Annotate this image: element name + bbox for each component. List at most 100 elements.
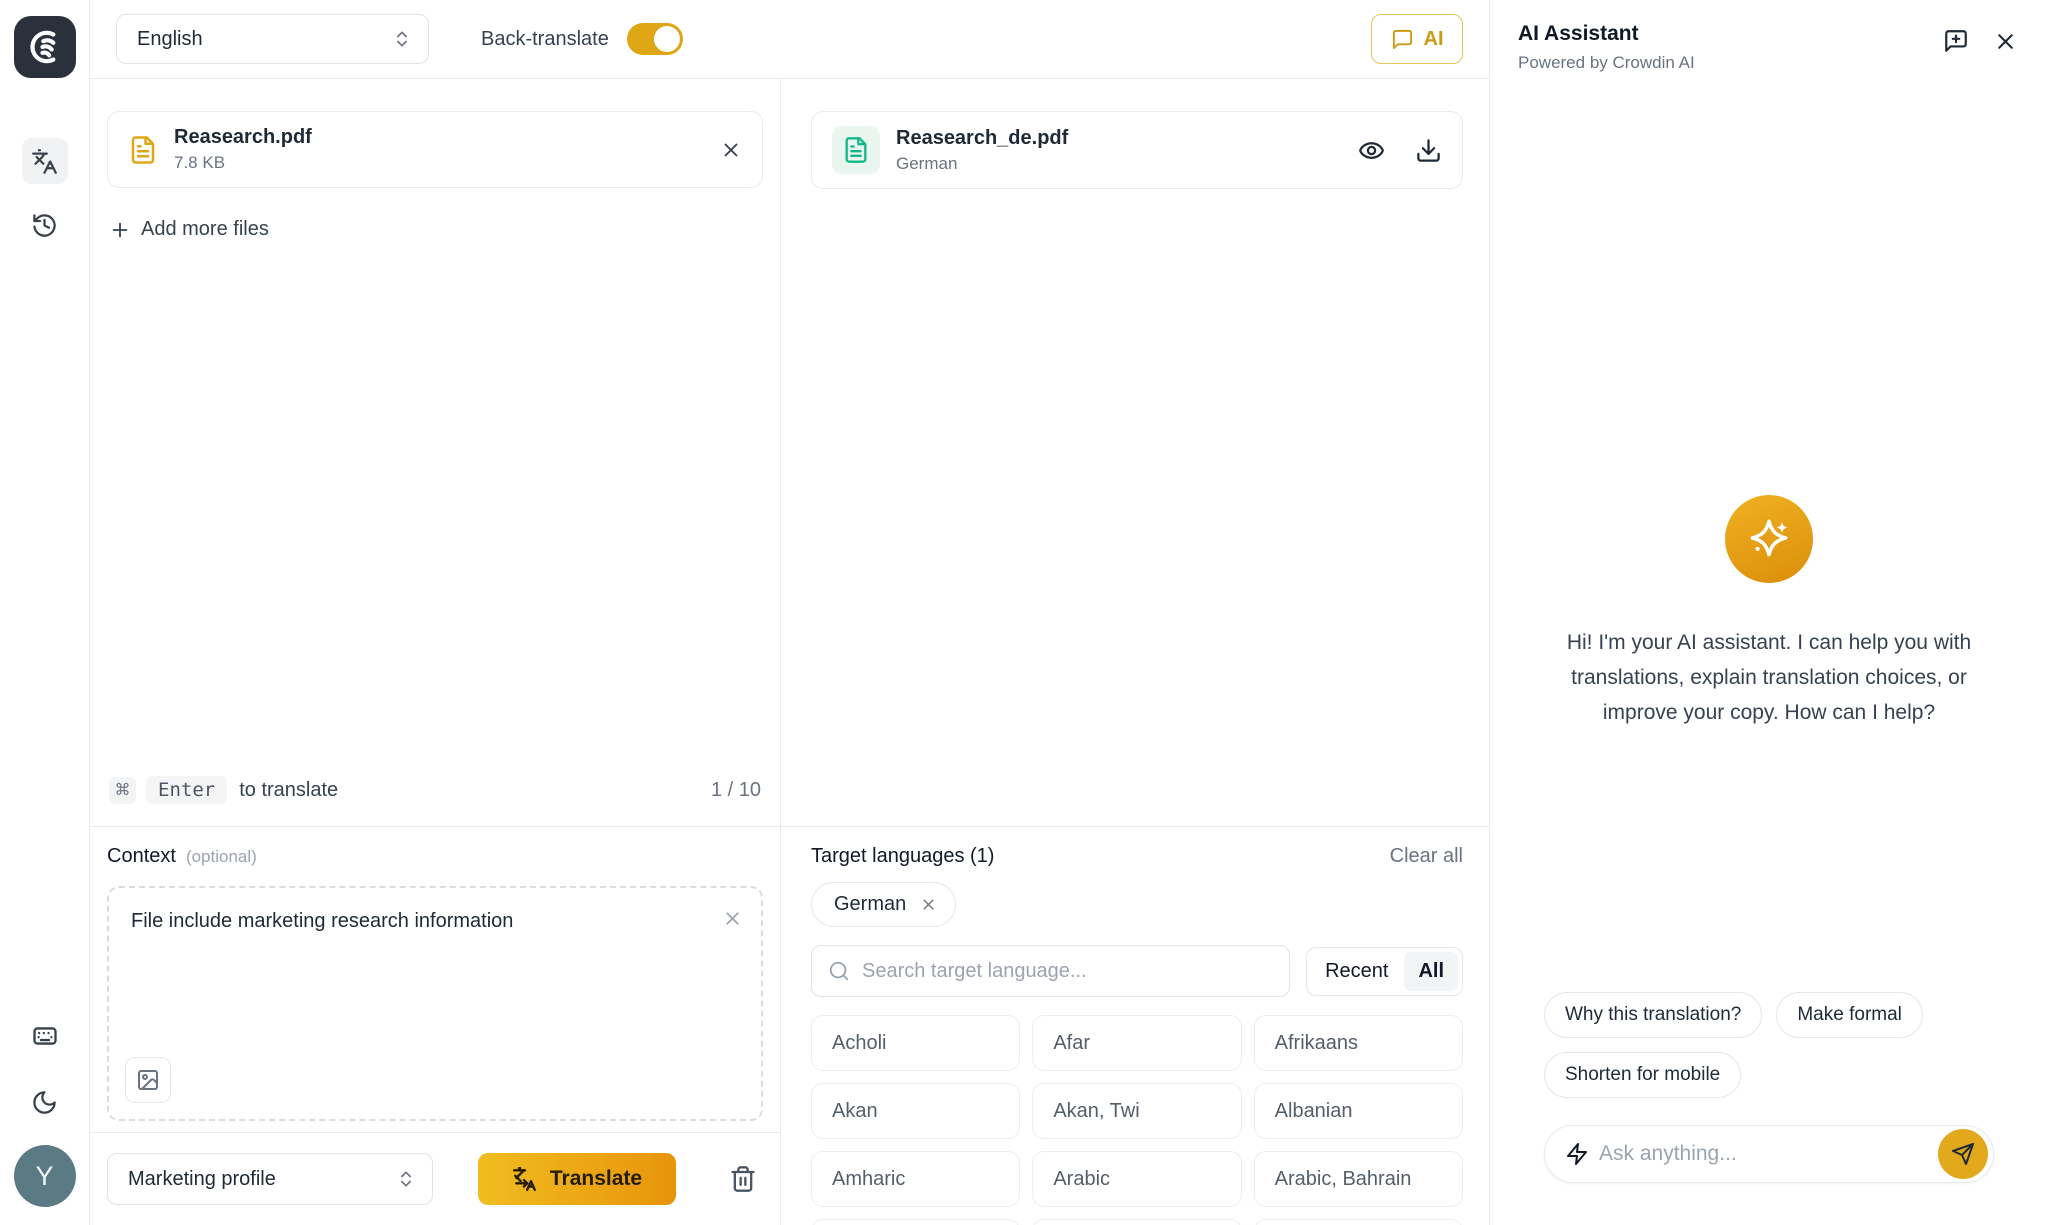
ai-greeting-text: Hi! I'm your AI assistant. I can help yo… <box>1553 625 1985 730</box>
selected-language-chip: German <box>811 882 956 927</box>
back-translate-toggle[interactable] <box>627 23 683 55</box>
language-option-partial[interactable] <box>1032 1219 1241 1225</box>
tab-all[interactable]: All <box>1404 952 1458 991</box>
history-icon <box>31 212 58 239</box>
language-option-partial[interactable] <box>811 1219 1020 1225</box>
language-option[interactable]: Afrikaans <box>1254 1015 1463 1071</box>
download-button[interactable] <box>1415 137 1442 164</box>
ai-suggestion-chip[interactable]: Why this translation? <box>1544 992 1762 1038</box>
target-languages-label: Target languages (1) <box>811 845 994 868</box>
source-language-value: English <box>137 28 203 51</box>
output-column: Reasearch_de.pdf German <box>781 79 1489 1225</box>
ai-welcome-block: Hi! I'm your AI assistant. I can help yo… <box>1490 495 2048 730</box>
output-file-card: Reasearch_de.pdf German <box>811 111 1463 189</box>
file-text-icon <box>128 135 158 165</box>
chevrons-up-down-icon <box>392 29 412 49</box>
send-button[interactable] <box>1938 1129 1988 1179</box>
chevrons-up-down-icon <box>396 1169 416 1189</box>
language-options-grid-overflow <box>811 1219 1463 1225</box>
ai-prompt-field <box>1544 1125 1994 1183</box>
ai-prompt-input[interactable] <box>1599 1142 1938 1166</box>
upload-pane: Reasearch.pdf 7.8 KB Add more files ⌘ En… <box>90 79 780 827</box>
translate-button[interactable]: Translate <box>478 1153 676 1205</box>
preview-button[interactable] <box>1358 137 1385 164</box>
source-column: Reasearch.pdf 7.8 KB Add more files ⌘ En… <box>90 79 781 1225</box>
language-option[interactable]: Arabic, Bahrain <box>1254 1151 1463 1207</box>
trash-icon <box>729 1165 757 1193</box>
language-search-field <box>811 945 1290 997</box>
send-icon <box>1951 1142 1975 1166</box>
ai-suggestion-label: Shorten for mobile <box>1565 1064 1720 1085</box>
translate-icon <box>512 1166 538 1192</box>
clear-all-button[interactable]: Clear all <box>1390 845 1463 868</box>
language-option-label: Akan, Twi <box>1053 1100 1139 1123</box>
language-option-label: Afrikaans <box>1275 1032 1358 1055</box>
profile-select[interactable]: Marketing profile <box>107 1153 433 1205</box>
language-option-label: Afar <box>1053 1032 1090 1055</box>
languages-icon <box>31 148 58 175</box>
language-options-grid: Acholi Afar Afrikaans Akan Akan, Twi Alb… <box>811 1015 1463 1207</box>
ai-assistant-button[interactable]: AI <box>1371 14 1463 64</box>
output-pane: Reasearch_de.pdf German <box>781 79 1489 827</box>
app-window: Y English Back-translate AI <box>0 0 2048 1225</box>
target-languages-section: Target languages (1) Clear all German <box>781 827 1489 1225</box>
sidebar-item-translate[interactable] <box>22 138 68 184</box>
download-icon <box>1415 137 1442 164</box>
ai-input-area: Why this translation? Make formal Shorte… <box>1490 992 2048 1225</box>
tab-recent[interactable]: Recent <box>1311 952 1402 991</box>
translate-button-label: Translate <box>550 1167 642 1191</box>
crowdin-logo <box>14 16 76 78</box>
context-optional-label: (optional) <box>186 847 257 867</box>
moon-icon <box>31 1089 58 1116</box>
image-icon <box>136 1068 160 1092</box>
user-avatar[interactable]: Y <box>14 1145 76 1207</box>
clear-context-button[interactable] <box>722 908 743 929</box>
remove-language-button[interactable] <box>920 896 937 913</box>
dark-mode-toggle[interactable] <box>22 1079 68 1125</box>
avatar-initial: Y <box>35 1161 53 1192</box>
sidebar-item-history[interactable] <box>22 202 68 248</box>
close-icon <box>1993 29 2018 54</box>
message-square-plus-icon <box>1943 28 1969 54</box>
language-option[interactable]: Akan, Twi <box>1032 1083 1241 1139</box>
language-option-partial[interactable] <box>1254 1219 1463 1225</box>
ai-suggestion-chip[interactable]: Make formal <box>1776 992 1923 1038</box>
language-option[interactable]: Albanian <box>1254 1083 1463 1139</box>
delete-button[interactable] <box>729 1165 757 1193</box>
context-text: File include marketing research informat… <box>131 910 513 932</box>
close-panel-button[interactable] <box>1993 29 2018 54</box>
ai-suggestion-chip[interactable]: Shorten for mobile <box>1544 1052 1741 1098</box>
context-textarea[interactable]: File include marketing research informat… <box>107 886 763 1121</box>
language-option-label: Arabic <box>1053 1168 1110 1191</box>
sparkle-badge <box>1725 495 1813 583</box>
main-content: Reasearch.pdf 7.8 KB Add more files ⌘ En… <box>90 79 1489 1225</box>
keyboard-shortcuts-button[interactable] <box>22 1013 68 1059</box>
shortcut-hint: ⌘ Enter to translate 1 / 10 <box>107 776 763 804</box>
language-option[interactable]: Amharic <box>811 1151 1020 1207</box>
language-option[interactable]: Acholi <box>811 1015 1020 1071</box>
selected-language-label: German <box>834 893 906 916</box>
ai-suggestion-label: Make formal <box>1797 1004 1902 1025</box>
remove-file-button[interactable] <box>720 139 742 161</box>
enter-key-badge: Enter <box>146 776 227 804</box>
source-file-card: Reasearch.pdf 7.8 KB <box>107 111 763 188</box>
language-option[interactable]: Arabic <box>1032 1151 1241 1207</box>
back-translate-label: Back-translate <box>481 28 609 51</box>
file-text-icon <box>832 126 880 174</box>
shortcut-suffix: to translate <box>239 779 338 802</box>
language-option[interactable]: Afar <box>1032 1015 1241 1071</box>
source-language-select[interactable]: English <box>116 14 429 64</box>
ai-button-label: AI <box>1424 28 1444 51</box>
context-section: Context (optional) File include marketin… <box>90 827 780 1121</box>
search-icon <box>828 960 850 982</box>
zap-icon <box>1565 1142 1589 1166</box>
command-key-badge: ⌘ <box>109 777 136 804</box>
language-filter-tabs: Recent All <box>1306 947 1463 996</box>
language-option[interactable]: Akan <box>811 1083 1020 1139</box>
language-search-input[interactable] <box>862 960 1273 983</box>
attach-image-button[interactable] <box>125 1057 171 1103</box>
language-option-label: Akan <box>832 1100 878 1123</box>
keyboard-icon <box>31 1022 59 1050</box>
new-chat-button[interactable] <box>1943 28 1969 54</box>
add-more-files-button[interactable]: Add more files <box>107 214 271 245</box>
